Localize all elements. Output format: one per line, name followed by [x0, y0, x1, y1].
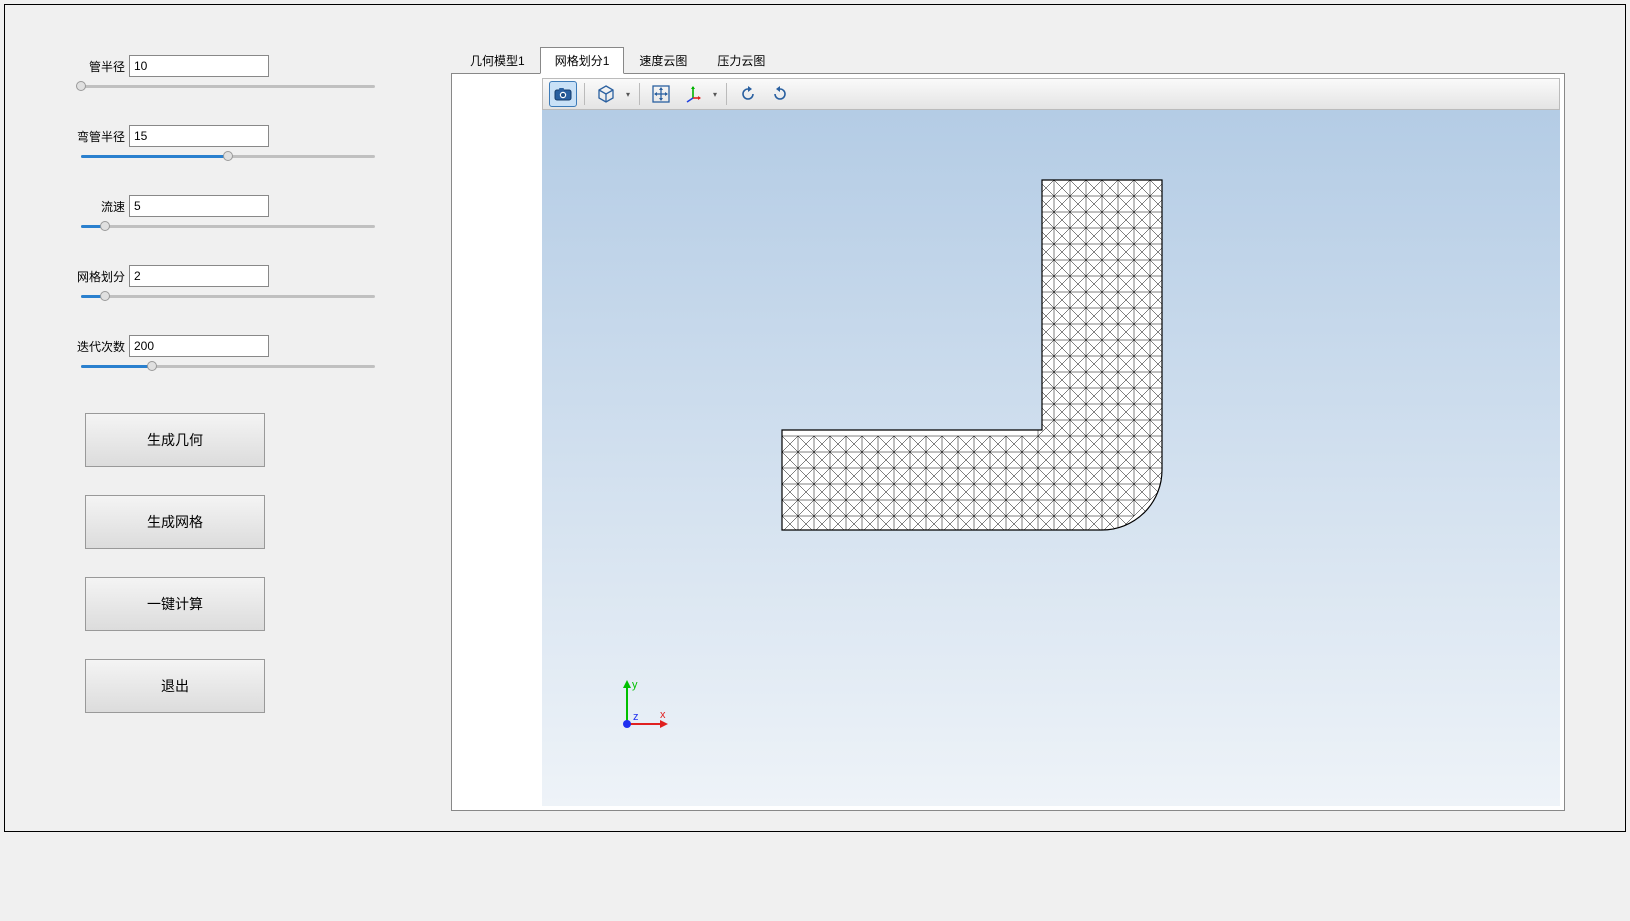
canvas-frame: ▾ ▾ [451, 73, 1565, 811]
main-area: 几何模型1 网格划分1 速度云图 压力云图 ▾ [445, 5, 1625, 831]
bend-radius-input[interactable] [129, 125, 269, 147]
axes-dropdown[interactable]: ▾ [711, 81, 719, 107]
tab-velocity[interactable]: 速度云图 [624, 47, 702, 74]
compute-button[interactable]: 一键计算 [85, 577, 265, 631]
axis-gizmo: y x z [612, 676, 672, 736]
viewport-toolbar: ▾ ▾ [542, 78, 1560, 110]
exit-button[interactable]: 退出 [85, 659, 265, 713]
cube-dropdown[interactable]: ▾ [624, 81, 632, 107]
iterations-slider[interactable] [81, 361, 375, 373]
mesh-slider[interactable] [81, 291, 375, 303]
mesh-input[interactable] [129, 265, 269, 287]
rotate-cw-icon[interactable] [734, 81, 762, 107]
gen-geom-button[interactable]: 生成几何 [85, 413, 265, 467]
pipe-radius-label: 管半径 [75, 58, 125, 75]
tab-pressure[interactable]: 压力云图 [702, 47, 780, 74]
axis-x-label: x [660, 709, 666, 721]
camera-icon[interactable] [549, 81, 577, 107]
mesh-outline [782, 180, 1162, 530]
iterations-label: 迭代次数 [75, 338, 125, 355]
main-window: 管半径 弯管半径 流速 网格划分 [4, 4, 1626, 832]
bend-radius-label: 弯管半径 [75, 128, 125, 145]
move-icon[interactable] [647, 81, 675, 107]
mesh-label: 网格划分 [75, 268, 125, 285]
bend-radius-slider[interactable] [81, 151, 375, 163]
tab-bar: 几何模型1 网格划分1 速度云图 压力云图 [455, 47, 1565, 74]
iterations-input[interactable] [129, 335, 269, 357]
rotate-ccw-icon[interactable] [766, 81, 794, 107]
velocity-slider[interactable] [81, 221, 375, 233]
velocity-input[interactable] [129, 195, 269, 217]
sidebar: 管半径 弯管半径 流速 网格划分 [5, 5, 445, 831]
axis-y-label: y [632, 679, 638, 691]
tab-geom[interactable]: 几何模型1 [455, 47, 540, 74]
pipe-radius-slider[interactable] [81, 81, 375, 93]
model-tree-gutter [452, 74, 542, 810]
gen-mesh-button[interactable]: 生成网格 [85, 495, 265, 549]
tab-mesh[interactable]: 网格划分1 [540, 47, 625, 74]
axes-icon[interactable] [679, 81, 707, 107]
velocity-label: 流速 [75, 198, 125, 215]
cube-icon[interactable] [592, 81, 620, 107]
viewport-3d[interactable]: y x z [542, 110, 1560, 806]
axis-z-label: z [633, 711, 639, 723]
pipe-radius-input[interactable] [129, 55, 269, 77]
